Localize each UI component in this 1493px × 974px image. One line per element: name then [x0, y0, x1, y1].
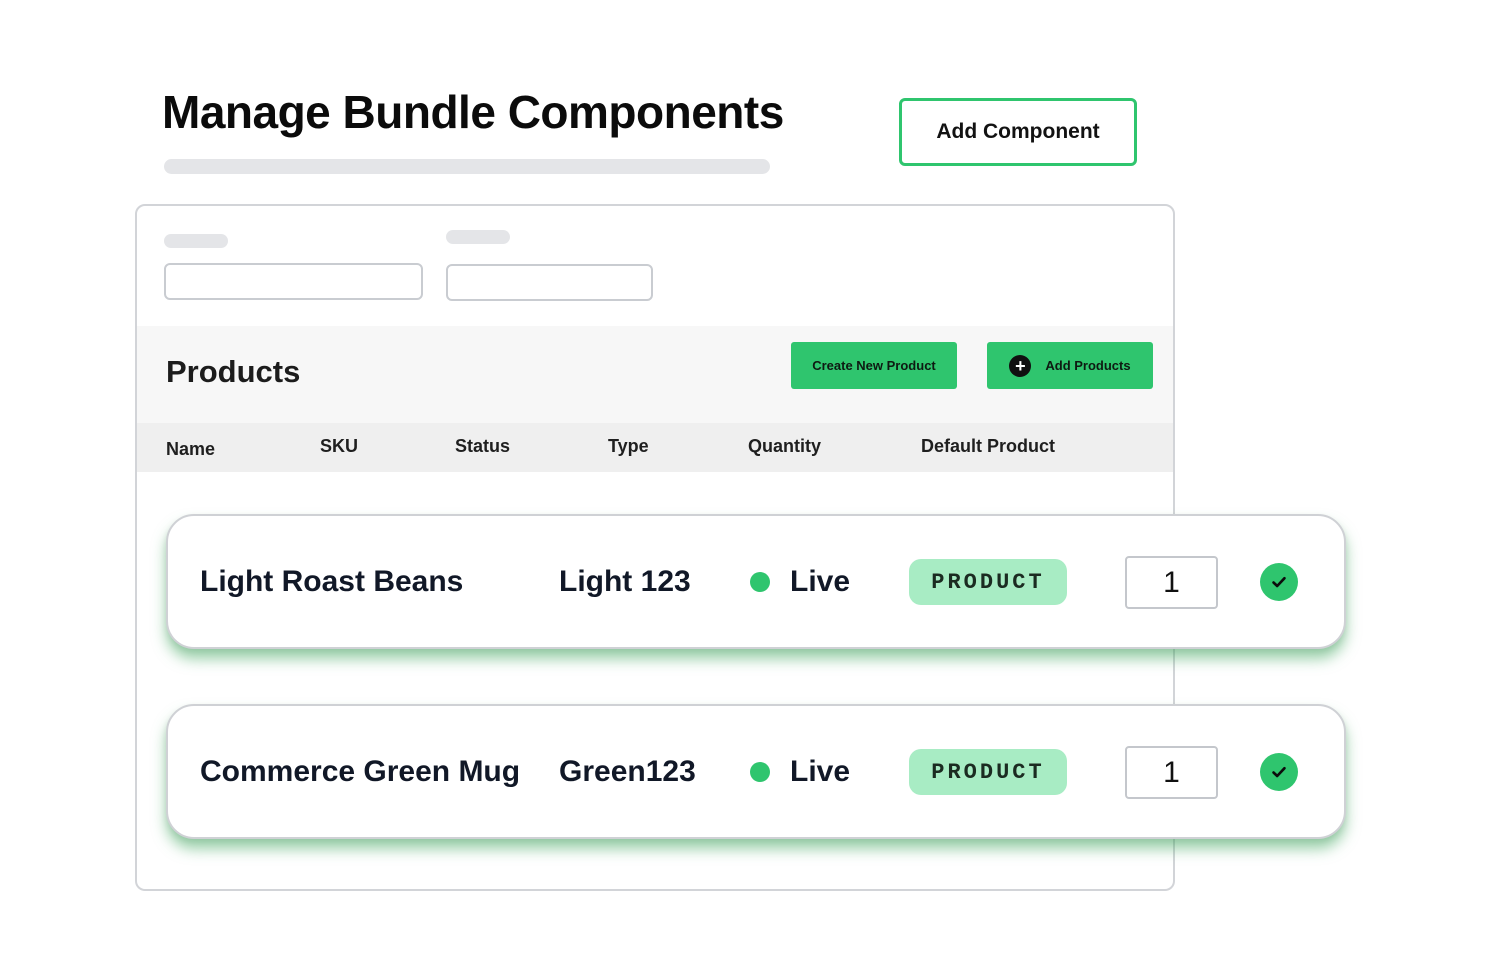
- row-status-label: Live: [790, 754, 851, 788]
- checkmark-icon: [1272, 766, 1286, 778]
- type-badge: PRODUCT: [909, 559, 1067, 605]
- column-header-status[interactable]: Status: [455, 436, 510, 457]
- quantity-input[interactable]: [1125, 556, 1218, 609]
- status-dot-icon: [750, 571, 770, 592]
- plus-circle-icon: +: [1009, 354, 1032, 377]
- page-title: Manage Bundle Components: [162, 86, 784, 138]
- products-title: Products: [166, 354, 301, 389]
- table-row[interactable]: Commerce Green Mug Green123 Live PRODUCT: [166, 704, 1346, 839]
- row-status: Live: [750, 706, 850, 837]
- column-header-name[interactable]: Name: [166, 439, 215, 460]
- check-circle-icon[interactable]: [1260, 563, 1298, 601]
- filter-input-first[interactable]: [164, 263, 423, 300]
- check-circle-icon[interactable]: [1260, 753, 1298, 791]
- table-row[interactable]: Light Roast Beans Light 123 Live PRODUCT: [166, 514, 1346, 649]
- add-products-button[interactable]: + Add Products: [987, 342, 1153, 389]
- title-skeleton-bar: [164, 159, 770, 174]
- row-sku: Green123: [559, 754, 696, 788]
- create-new-product-button[interactable]: Create New Product: [791, 342, 957, 389]
- column-header-sku[interactable]: SKU: [320, 436, 358, 457]
- quantity-input[interactable]: [1125, 746, 1218, 799]
- table-header: Name SKU Status Type Quantity Default Pr…: [137, 423, 1173, 472]
- row-name: Light Roast Beans: [200, 564, 464, 598]
- column-header-default-product[interactable]: Default Product: [921, 436, 1055, 457]
- row-status: Live: [750, 516, 850, 647]
- row-name: Commerce Green Mug: [200, 754, 521, 788]
- column-header-type[interactable]: Type: [608, 436, 649, 457]
- filter-label-skeleton: [164, 234, 228, 248]
- add-component-button[interactable]: Add Component: [899, 98, 1137, 166]
- add-products-label: Add Products: [1045, 358, 1131, 373]
- checkmark-icon: [1272, 576, 1286, 588]
- column-header-quantity[interactable]: Quantity: [748, 436, 821, 457]
- row-status-label: Live: [790, 564, 851, 598]
- row-sku: Light 123: [559, 564, 691, 598]
- filter-input-second[interactable]: [446, 264, 653, 301]
- products-header: Products Create New Product + Add Produc…: [137, 326, 1173, 423]
- type-badge: PRODUCT: [909, 749, 1067, 795]
- status-dot-icon: [750, 761, 770, 782]
- filter-label-skeleton: [446, 230, 510, 244]
